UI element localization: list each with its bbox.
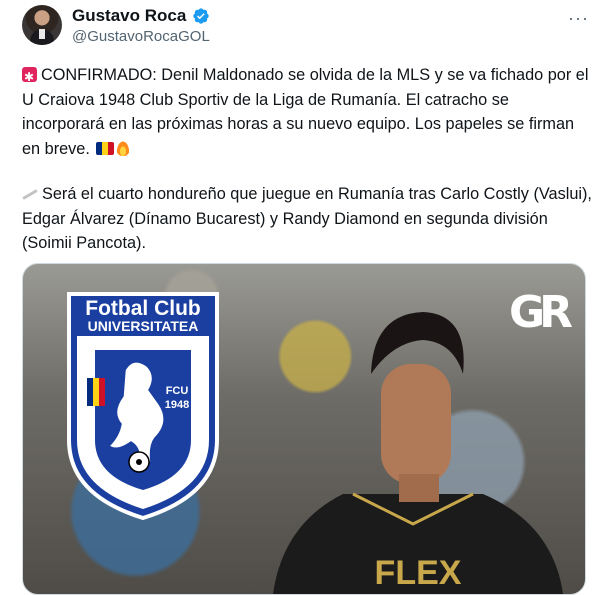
romania-flag-icon — [96, 141, 115, 155]
universitatea-craiova-crest: Fotbal Club UNIVERSITATEA FCU 1948 — [67, 292, 219, 520]
tweet-paragraph-2: Será el cuarto hondureño que juegue en R… — [22, 182, 592, 256]
crest-year: 1948 — [165, 399, 189, 411]
author-handle[interactable]: @GustavoRocaGOL — [72, 28, 210, 45]
verified-badge-icon — [193, 8, 209, 24]
top-edge — [0, 0, 603, 4]
crest-fcu: FCU — [166, 385, 189, 397]
writing-hand-icon — [22, 187, 38, 201]
more-horizontal-icon[interactable]: ··· — [568, 8, 589, 29]
jersey-sponsor: FLEX — [375, 554, 462, 592]
gr-watermark: GR — [509, 287, 573, 338]
tweet-paragraph-1: CONFIRMADO: Denil Maldonado se olvida de… — [22, 63, 592, 161]
siren-icon — [22, 65, 37, 90]
crest-line-1: Fotbal Club — [85, 297, 200, 320]
avatar-collar — [39, 29, 45, 39]
tweet-paragraph-2-text: Será el cuarto hondureño que juegue en R… — [22, 185, 592, 252]
player-photo: FLEX — [273, 312, 563, 594]
fire-icon — [116, 139, 131, 156]
tweet-media-image[interactable]: Fotbal Club UNIVERSITATEA FCU 1948 FLEX … — [22, 263, 586, 595]
crest-line-2: UNIVERSITATEA — [88, 318, 199, 334]
author-display-name[interactable]: Gustavo Roca — [72, 6, 186, 26]
author-name-row[interactable]: Gustavo Roca — [72, 6, 210, 26]
author-avatar[interactable] — [22, 5, 62, 45]
